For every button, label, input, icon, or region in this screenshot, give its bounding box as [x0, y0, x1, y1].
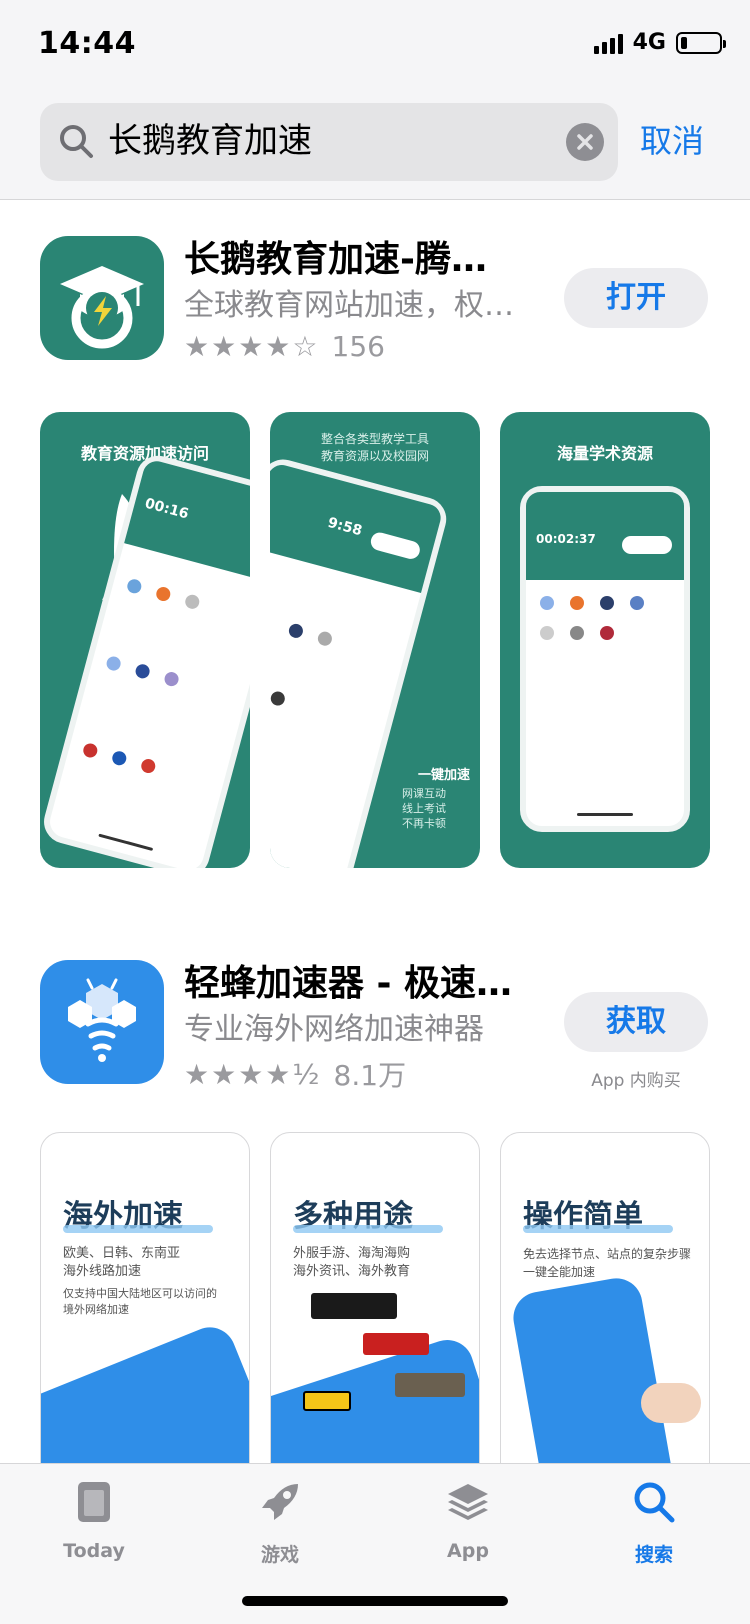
today-icon: [78, 1482, 110, 1522]
tab-label: 游戏: [260, 1544, 299, 1566]
tab-today[interactable]: Today: [34, 1480, 154, 1562]
screenshot-bottom-line: 线上考试: [402, 802, 446, 815]
get-button[interactable]: 获取: [564, 992, 708, 1052]
app-icon-changhe: [40, 236, 164, 360]
phone-timer: 00:02:37: [536, 532, 596, 546]
open-button[interactable]: 打开: [564, 268, 708, 328]
tab-label: 搜索: [634, 1544, 673, 1566]
screenshot-1[interactable]: 教育资源加速访问 00:16: [40, 412, 250, 868]
screenshot-carousel[interactable]: 教育资源加速访问 00:16 整合各类型教学工具 教育资源以及校园网 9:58 …: [40, 412, 710, 868]
media-logo-badge: [363, 1333, 429, 1355]
phone-mockup: 00:02:37: [520, 486, 690, 832]
screenshot-line: 境外网络加速: [63, 1303, 129, 1316]
screenshot-line: 免去选择节点、站点的复杂步骤: [523, 1247, 692, 1261]
app-row-qingfeng[interactable]: 轻蜂加速器 - 极速… 专业海外网络加速神器 ★★★★½ 8.1万 获取 App…: [0, 960, 750, 1092]
rating-count: 8.1万: [333, 1059, 407, 1092]
screenshot-line: 海外线路加速: [63, 1264, 142, 1279]
search-header: 长鹅教育加速 取消: [0, 88, 750, 200]
screenshot-bottom-title: 一键加速: [417, 768, 470, 783]
app-title: 长鹅教育加速-腾…: [184, 239, 487, 280]
app-rating: ★★★★½ 8.1万: [184, 1054, 406, 1094]
cancel-button[interactable]: 取消: [640, 116, 704, 162]
rocket-icon: [262, 1484, 298, 1520]
screenshot-caption: 整合各类型教学工具: [320, 432, 429, 446]
search-input[interactable]: 长鹅教育加速: [40, 103, 618, 181]
screenshot-subcaption: 教育资源以及校园网: [320, 449, 429, 463]
hand-illustration: [641, 1383, 701, 1423]
app-row-changhe[interactable]: 长鹅教育加速-腾… 全球教育网站加速，权… ★★★★☆ 156 打开: [0, 236, 750, 366]
tab-games[interactable]: 游戏: [220, 1480, 340, 1567]
screenshot-line: 外服手游、海淘海购: [293, 1246, 411, 1261]
rating-stars: ★★★★½: [184, 1057, 322, 1091]
clear-icon[interactable]: [566, 123, 604, 161]
screenshot-caption: 海量学术资源: [556, 444, 653, 463]
app-subtitle: 专业海外网络加速神器: [184, 1012, 484, 1047]
screenshot-line: 一键全能加速: [523, 1265, 596, 1279]
rating-stars: ★★★★☆: [184, 330, 320, 363]
screenshot-bottom-line: 网课互动: [402, 787, 446, 800]
graduation-cap-icon: [60, 266, 144, 349]
app-title: 轻蜂加速器 - 极速…: [184, 963, 513, 1004]
bee-icon: [68, 978, 136, 1062]
network-type: 4G: [632, 30, 666, 55]
screenshot-line: 海外资讯、海外教育: [293, 1264, 411, 1279]
layers-icon: [448, 1484, 488, 1520]
tab-search[interactable]: 搜索: [594, 1480, 714, 1567]
tab-label: App: [447, 1540, 489, 1562]
screenshot-3[interactable]: 海量学术资源 00:02:37: [500, 412, 710, 868]
screenshot-line: 欧美、日韩、东南亚: [63, 1246, 181, 1261]
search-icon: [60, 125, 93, 158]
search-query: 长鹅教育加速: [108, 121, 312, 161]
status-bar: 14:44 4G: [0, 0, 750, 88]
app-icon-qingfeng: [40, 960, 164, 1084]
app-subtitle: 全球教育网站加速，权…: [184, 288, 514, 323]
screenshot-bottom-line: 不再卡顿: [402, 817, 446, 830]
app-rating: ★★★★☆ 156: [184, 330, 385, 363]
tab-label: Today: [63, 1540, 125, 1562]
status-indicators: 4G: [593, 30, 726, 55]
tab-apps[interactable]: App: [408, 1480, 528, 1562]
game-logo-badge: [311, 1293, 397, 1319]
in-app-purchase-note: App 内购买: [591, 1071, 681, 1091]
imdb-logo-badge: [303, 1391, 351, 1411]
battery-icon: [676, 31, 726, 54]
status-time: 14:44: [38, 26, 136, 61]
game-logo-badge: [395, 1373, 465, 1397]
rating-count: 156: [331, 330, 385, 363]
signal-icon: [593, 32, 623, 54]
screenshot-2[interactable]: 整合各类型教学工具 教育资源以及校园网 9:58 一键加速 网课互动 线上考试 …: [270, 412, 480, 868]
tab-bar: Today 游戏 App 搜索: [0, 1463, 750, 1624]
search-icon: [634, 1482, 675, 1523]
phone-mockup: 00:16: [40, 450, 250, 868]
home-indicator: [242, 1596, 508, 1606]
